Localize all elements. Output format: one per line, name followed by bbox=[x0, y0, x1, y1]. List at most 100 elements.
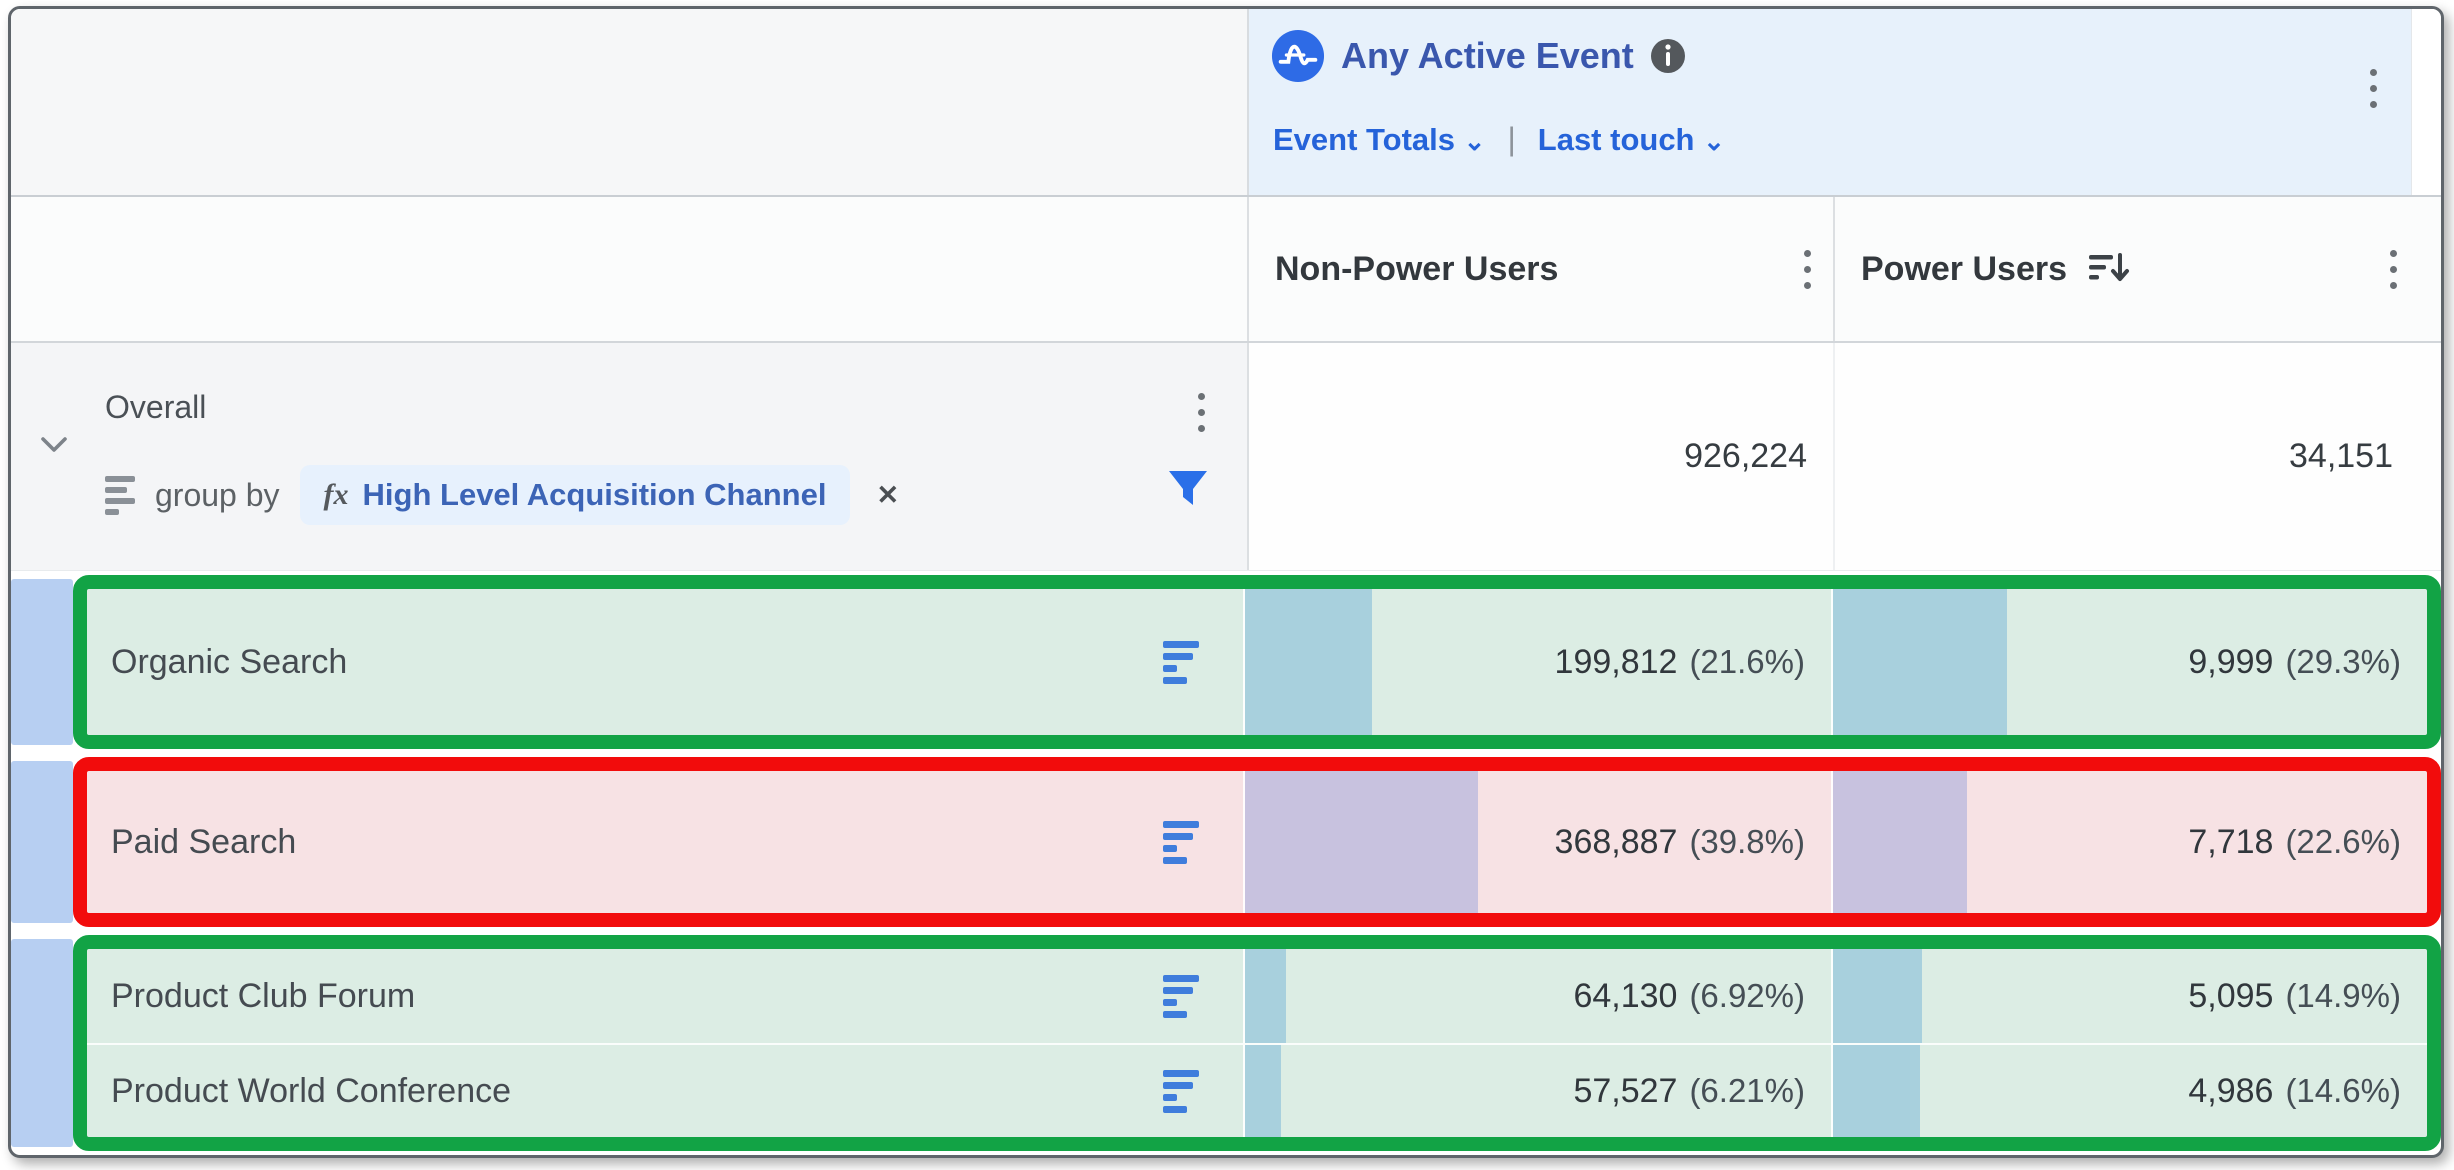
magnitude-bar bbox=[1833, 949, 1922, 1043]
group-by-icon bbox=[105, 476, 135, 515]
row-label: Organic Search bbox=[111, 643, 347, 682]
column-kebab-menu-icon[interactable] bbox=[1804, 250, 1811, 289]
column-label: Non-Power Users bbox=[1275, 250, 1558, 289]
annotated-section-paid: Paid Search 368,887 (39.8%) 7,718 (22.6%) bbox=[11, 757, 2441, 927]
event-settings-line: Event Totals ⌄ | Last touch ⌄ bbox=[1273, 121, 1725, 158]
event-header-cell: Any Active Event Event Totals ⌄ | Last t… bbox=[1249, 9, 2411, 195]
row-label-cell: Organic Search bbox=[87, 589, 1245, 735]
row-label-cell: Product World Conference bbox=[87, 1045, 1245, 1137]
cell-percent: (14.6%) bbox=[2285, 1072, 2401, 1110]
value-cell: 5,095 (14.9%) bbox=[1833, 949, 2427, 1043]
top-left-empty-cell bbox=[11, 9, 1249, 195]
event-header-row: Any Active Event Event Totals ⌄ | Last t… bbox=[11, 9, 2441, 197]
cell-percent: (6.92%) bbox=[1689, 977, 1805, 1015]
scrollbar-gutter bbox=[2411, 9, 2441, 195]
cell-value: 368,887 bbox=[1555, 823, 1678, 862]
cell-percent: (22.6%) bbox=[2285, 823, 2401, 861]
cell-percent: (6.21%) bbox=[1689, 1072, 1805, 1110]
event-title-line: Any Active Event bbox=[1271, 29, 1686, 83]
magnitude-bar bbox=[1245, 589, 1372, 735]
cell-value: 7,718 bbox=[2188, 823, 2273, 862]
row-label-cell: Product Club Forum bbox=[87, 949, 1245, 1043]
screenshot-stage: Any Active Event Event Totals ⌄ | Last t… bbox=[0, 0, 2454, 1170]
dropdown-separator: | bbox=[1499, 121, 1523, 158]
amplitude-event-icon bbox=[1271, 29, 1325, 83]
overall-kebab-menu-icon[interactable] bbox=[1198, 393, 1205, 432]
remove-group-by-icon[interactable]: ✕ bbox=[870, 480, 899, 511]
cell-value: 4,986 bbox=[2188, 1072, 2273, 1111]
magnitude-bar bbox=[1245, 949, 1286, 1043]
column-header-row: Non-Power Users Power Users bbox=[11, 197, 2441, 343]
table-row: Organic Search 199,812 (21.6%) 9,999 (29.3… bbox=[87, 589, 2427, 735]
magnitude-bar bbox=[1245, 771, 1478, 913]
value-cell: 9,999 (29.3%) bbox=[1833, 589, 2427, 735]
group-by-property-name: High Level Acquisition Channel bbox=[363, 477, 827, 513]
event-kebab-menu-icon[interactable] bbox=[2370, 69, 2377, 108]
group-by-property-chip[interactable]: fx High Level Acquisition Channel bbox=[300, 465, 851, 525]
breakdown-chart-icon[interactable] bbox=[1163, 975, 1199, 1018]
green-annotation-box: Organic Search 199,812 (21.6%) 9,999 (29.3… bbox=[73, 575, 2441, 749]
column-label: Power Users bbox=[1861, 250, 2067, 289]
row-label: Paid Search bbox=[111, 823, 296, 862]
cell-percent: (21.6%) bbox=[1689, 643, 1805, 681]
filter-funnel-icon[interactable] bbox=[1167, 469, 1209, 511]
group-by-label: group by bbox=[155, 477, 280, 514]
overall-row: Overall group by fx High Level Acquisiti… bbox=[11, 343, 2441, 571]
info-icon[interactable] bbox=[1650, 38, 1686, 74]
breakdown-chart-icon[interactable] bbox=[1163, 821, 1199, 864]
overall-value-cell-non-power: 926,224 bbox=[1249, 343, 1835, 570]
sort-descending-icon[interactable] bbox=[2087, 249, 2131, 289]
group-by-line: group by fx High Level Acquisition Chann… bbox=[105, 465, 899, 525]
green-annotation-box: Product Club Forum 64,130 (6.92%) 5,095 (1… bbox=[73, 935, 2441, 1151]
row-label: Product World Conference bbox=[111, 1072, 511, 1111]
magnitude-bar bbox=[1245, 1045, 1281, 1137]
breakdown-chart-icon[interactable] bbox=[1163, 1070, 1199, 1113]
collapse-chevron-icon[interactable] bbox=[39, 435, 69, 455]
cell-value: 57,527 bbox=[1573, 1072, 1677, 1111]
cell-value: 199,812 bbox=[1555, 643, 1678, 682]
value-cell: 368,887 (39.8%) bbox=[1245, 771, 1833, 913]
chevron-down-icon: ⌄ bbox=[1703, 126, 1725, 156]
row-color-strip bbox=[11, 761, 73, 923]
overall-label-cell: Overall group by fx High Level Acquisiti… bbox=[11, 343, 1249, 570]
overall-value-cell-power: 34,151 bbox=[1835, 343, 2441, 570]
overall-value: 926,224 bbox=[1684, 437, 1807, 476]
red-annotation-box: Paid Search 368,887 (39.8%) 7,718 (22.6%) bbox=[73, 757, 2441, 927]
table-row: Paid Search 368,887 (39.8%) 7,718 (22.6%) bbox=[87, 771, 2427, 913]
value-cell: 7,718 (22.6%) bbox=[1833, 771, 2427, 913]
annotated-section-organic: Organic Search 199,812 (21.6%) 9,999 (29.3… bbox=[11, 575, 2441, 749]
magnitude-bar bbox=[1833, 1045, 1920, 1137]
value-cell: 199,812 (21.6%) bbox=[1245, 589, 1833, 735]
magnitude-bar bbox=[1833, 589, 2007, 735]
cell-percent: (14.9%) bbox=[2285, 977, 2401, 1015]
row-label-header-cell bbox=[11, 197, 1249, 341]
event-title: Any Active Event bbox=[1341, 35, 1634, 77]
cell-percent: (29.3%) bbox=[2285, 643, 2401, 681]
data-table-card: Any Active Event Event Totals ⌄ | Last t… bbox=[8, 6, 2444, 1158]
value-cell: 57,527 (6.21%) bbox=[1245, 1045, 1833, 1137]
value-cell: 64,130 (6.92%) bbox=[1245, 949, 1833, 1043]
row-label-cell: Paid Search bbox=[87, 771, 1245, 913]
cell-value: 64,130 bbox=[1573, 977, 1677, 1016]
table-row: Product Club Forum 64,130 (6.92%) 5,095 (1… bbox=[87, 949, 2427, 1043]
attribution-dropdown[interactable]: Last touch ⌄ bbox=[1538, 122, 1725, 158]
annotated-section-product: Product Club Forum 64,130 (6.92%) 5,095 (1… bbox=[11, 935, 2441, 1151]
breakdown-chart-icon[interactable] bbox=[1163, 641, 1199, 684]
value-cell: 4,986 (14.6%) bbox=[1833, 1045, 2427, 1137]
row-color-strip bbox=[11, 939, 73, 1147]
overall-value: 34,151 bbox=[2289, 437, 2393, 476]
column-kebab-menu-icon[interactable] bbox=[2390, 250, 2397, 289]
chevron-down-icon: ⌄ bbox=[1464, 126, 1486, 156]
magnitude-bar bbox=[1833, 771, 1967, 913]
table-row: Product World Conference 57,527 (6.21%) 4… bbox=[87, 1043, 2427, 1137]
formula-fx-icon: fx bbox=[324, 478, 349, 512]
column-header-non-power-users[interactable]: Non-Power Users bbox=[1249, 197, 1835, 341]
row-color-strip bbox=[11, 579, 73, 745]
column-header-power-users[interactable]: Power Users bbox=[1835, 197, 2441, 341]
row-label: Product Club Forum bbox=[111, 977, 415, 1016]
cell-value: 5,095 bbox=[2188, 977, 2273, 1016]
measure-dropdown[interactable]: Event Totals ⌄ bbox=[1273, 122, 1485, 158]
table-body: Organic Search 199,812 (21.6%) 9,999 (29.3… bbox=[11, 571, 2441, 1151]
cell-percent: (39.8%) bbox=[1689, 823, 1805, 861]
cell-value: 9,999 bbox=[2188, 643, 2273, 682]
